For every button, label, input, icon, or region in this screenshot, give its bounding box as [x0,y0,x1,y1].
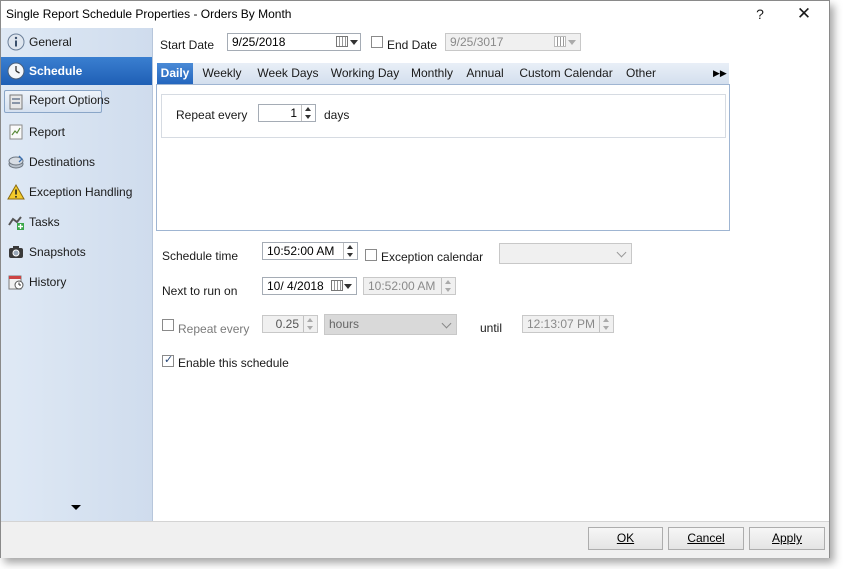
sidebar-item-report[interactable]: Report [1,118,152,146]
exception-calendar-select[interactable] [499,243,632,264]
spinner-icon[interactable] [343,243,358,259]
footer-bar: OK Cancel Apply [1,521,829,558]
end-date-picker[interactable]: 9/25/3017 [445,33,581,51]
repeat-unit-select[interactable]: hours [324,314,457,335]
next-run-time-value: 10:52:00 AM [368,279,436,293]
chevron-down-icon[interactable] [616,247,627,258]
calendar-icon[interactable] [331,280,343,291]
dialog-window: Single Report Schedule Properties - Orde… [0,0,830,558]
chevron-down-icon[interactable] [350,40,358,45]
schedule-panel: Start Date 9/25/2018 End Date 9/25/3017 … [153,28,829,521]
window-title: Single Report Schedule Properties - Orde… [6,7,292,21]
report-options-icon [9,94,23,110]
close-button[interactable]: ✕ [791,4,817,24]
repeat-group: Repeat every 1 days [161,94,726,138]
chevron-down-icon[interactable] [568,40,576,45]
exception-calendar-checkbox[interactable] [365,249,377,261]
repeat-interval-value: 0.25 [275,317,299,331]
exception-calendar-label: Exception calendar [381,250,484,264]
sidebar-item-schedule[interactable]: Schedule [1,57,152,85]
sidebar-item-exception-handling[interactable]: Exception Handling [1,178,152,206]
camera-icon [9,246,23,258]
repeat-unit-label: days [324,108,350,122]
sidebar-item-label: Report [29,125,66,139]
destinations-icon [8,155,24,169]
help-button[interactable]: ? [749,4,771,24]
tab-other[interactable]: Other [623,63,659,84]
start-date-label: Start Date [160,38,215,52]
cancel-button[interactable]: Cancel [668,527,744,550]
sidebar-item-tasks[interactable]: Tasks [1,208,152,236]
next-run-label: Next to run on [162,284,238,298]
sidebar-item-destinations[interactable]: Destinations [1,148,152,176]
schedule-time-stepper[interactable]: 10:52:00 AM [262,242,358,260]
spinner-icon[interactable] [441,278,456,294]
clock-icon [7,62,25,80]
repeat-every-label: Repeat every [178,322,250,336]
calendar-icon[interactable] [336,36,348,47]
sidebar-scroll-down-icon[interactable] [71,505,81,510]
report-icon [9,124,23,140]
until-time-stepper[interactable]: 12:13:07 PM [522,315,614,333]
sidebar-item-label: Report Options [29,93,110,107]
sidebar-item-label: General [29,35,72,49]
until-time-value: 12:13:07 PM [527,317,596,331]
start-date-value: 9/25/2018 [232,35,286,49]
end-date-label: End Date [387,38,438,52]
sidebar-item-label: Destinations [29,155,96,169]
tab-working-day[interactable]: Working Day [327,63,403,84]
repeat-every-checkbox[interactable] [162,319,174,331]
sidebar-item-label: History [29,275,67,289]
sidebar-item-history[interactable]: History [1,268,152,296]
next-run-time-stepper[interactable]: 10:52:00 AM [363,277,456,295]
chevron-down-icon[interactable] [441,318,452,329]
warning-icon [7,183,25,200]
schedule-time-value: 10:52:00 AM [267,244,335,258]
tab-scroll-right-icon[interactable]: ▶▶ [713,63,727,84]
end-date-checkbox[interactable] [371,36,383,48]
sidebar-item-general[interactable]: General [1,28,152,56]
repeat-every-stepper[interactable]: 1 [258,104,316,122]
enable-schedule-label: Enable this schedule [178,356,289,370]
repeat-interval-stepper[interactable]: 0.25 [262,315,318,333]
next-run-date-value: 10/ 4/2018 [267,279,324,293]
tab-week-days[interactable]: Week Days [253,63,323,84]
spinner-icon[interactable] [599,316,614,332]
repeat-every-value: 1 [290,106,297,120]
daily-tab-panel: Repeat every 1 days [156,84,730,231]
apply-button[interactable]: Apply [749,527,825,550]
spinner-icon[interactable] [301,105,316,121]
tab-daily[interactable]: Daily [157,63,193,84]
calendar-icon[interactable] [554,36,566,47]
start-date-picker[interactable]: 9/25/2018 [227,33,361,51]
tab-weekly[interactable]: Weekly [197,63,247,84]
tab-monthly[interactable]: Monthly [409,63,455,84]
history-icon [8,275,24,290]
sidebar-item-label: Tasks [29,215,60,229]
end-date-value: 9/25/3017 [450,35,504,49]
schedule-time-label: Schedule time [162,249,239,263]
sidebar-item-label: Exception Handling [29,185,133,199]
repeat-unit-value: hours [329,317,360,331]
enable-schedule-checkbox[interactable] [162,353,174,367]
sidebar-item-snapshots[interactable]: Snapshots [1,238,152,266]
tab-annual[interactable]: Annual [465,63,505,84]
tab-custom-calendar[interactable]: Custom Calendar [519,63,613,84]
sidebar-item-label: Snapshots [29,245,86,259]
title-bar: Single Report Schedule Properties - Orde… [1,1,829,28]
spinner-icon[interactable] [303,316,318,332]
info-icon [7,33,25,51]
frequency-tabs: Daily Weekly Week Days Working Day Month… [157,63,729,85]
tasks-icon [8,216,24,230]
until-label: until [480,321,503,335]
ok-button[interactable]: OK [588,527,663,550]
chevron-down-icon[interactable] [344,284,352,289]
sidebar-item-report-options[interactable]: Report Options [1,88,152,116]
next-run-date-picker[interactable]: 10/ 4/2018 [262,277,357,295]
repeat-every-label: Repeat every [176,108,248,122]
sidebar: General Schedule Report Options Report D… [1,28,153,521]
sidebar-item-label: Schedule [29,64,83,78]
